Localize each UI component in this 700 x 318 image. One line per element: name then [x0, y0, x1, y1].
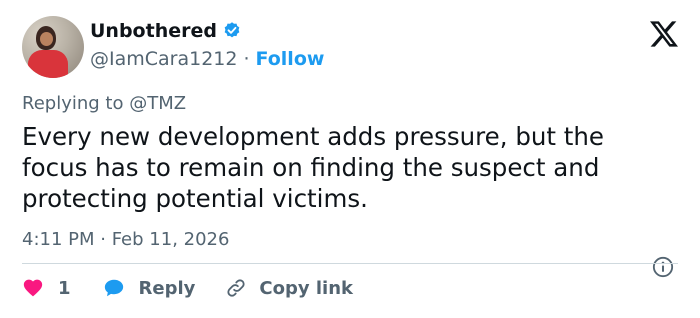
replying-to: Replying to @TMZ [22, 93, 186, 114]
separator-dot: · [243, 48, 250, 70]
reply-label: Reply [138, 277, 196, 299]
reply-mention-link[interactable]: @TMZ [129, 93, 186, 114]
info-icon[interactable] [652, 256, 674, 278]
name-row: Unbothered [90, 20, 242, 42]
like-count: 1 [58, 277, 71, 299]
divider [22, 263, 678, 264]
action-bar: 1 Reply Copy link [22, 277, 353, 299]
replying-prefix: Replying to [22, 93, 130, 114]
handle-row: @IamCara1212 · Follow [90, 48, 324, 70]
follow-button[interactable]: Follow [256, 48, 325, 70]
display-name[interactable]: Unbothered [90, 20, 217, 42]
heart-icon [23, 279, 43, 297]
avatar[interactable] [22, 16, 84, 78]
copy-link-label: Copy link [259, 277, 353, 299]
reply-button[interactable]: Reply [103, 277, 196, 299]
tweet-text: Every new development adds pressure, but… [22, 122, 604, 213]
link-icon [227, 279, 245, 297]
avatar-face [40, 32, 53, 46]
like-button[interactable]: 1 [22, 277, 71, 299]
user-handle[interactable]: @IamCara1212 [90, 48, 237, 70]
verified-badge-icon [224, 22, 240, 38]
tweet-timestamp[interactable]: 4:11 PM · Feb 11, 2026 [22, 229, 229, 250]
copy-link-button[interactable]: Copy link [225, 277, 353, 299]
speech-bubble-icon [104, 279, 123, 297]
x-logo-icon[interactable] [650, 20, 678, 48]
avatar-shirt [28, 50, 68, 78]
